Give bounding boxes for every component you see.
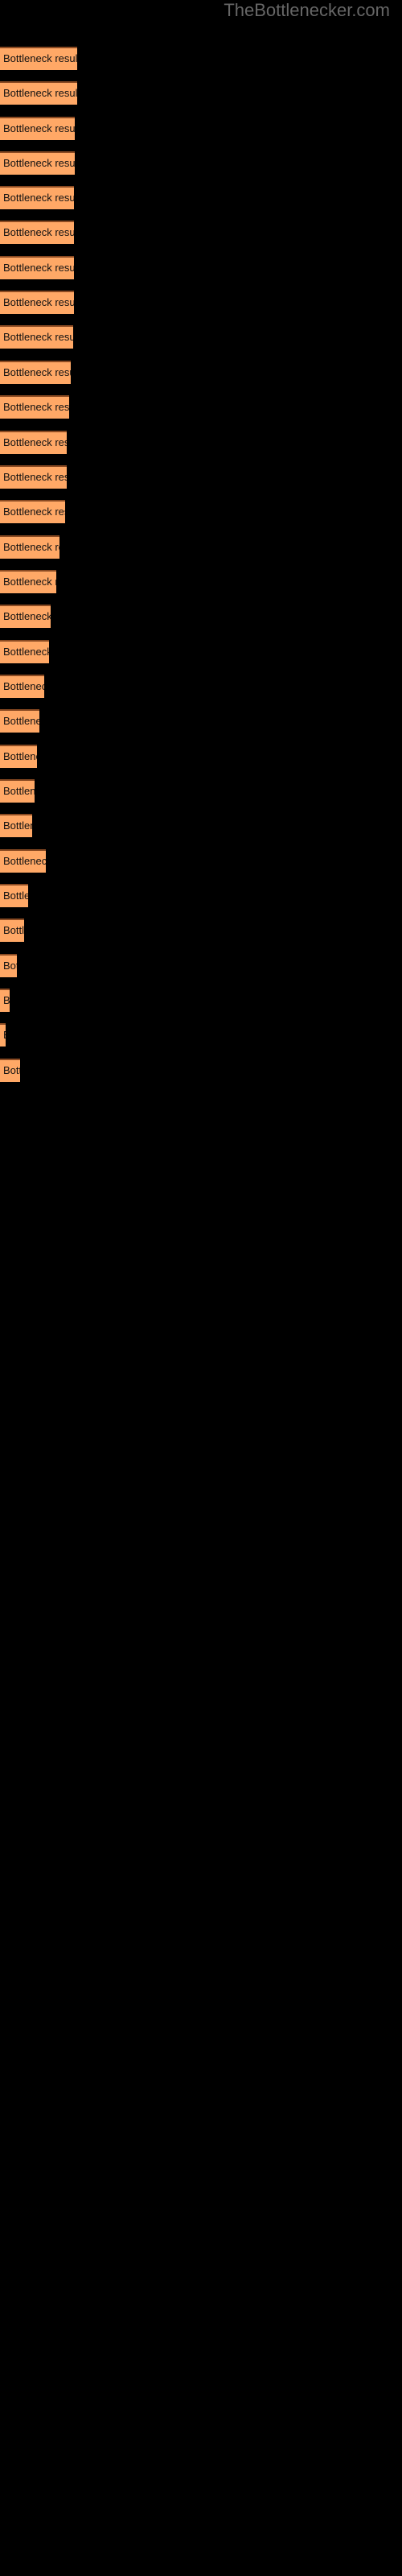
bar[interactable] xyxy=(0,605,51,628)
bar-clip: Bottleneck result xyxy=(0,291,75,314)
bar-row: Bottleneck result xyxy=(0,919,402,942)
bar-row: Bottleneck result xyxy=(0,570,402,593)
bar-row: Bottleneck result xyxy=(0,989,402,1012)
bar[interactable] xyxy=(0,361,72,384)
bar-row: Bottleneck result xyxy=(0,151,402,175)
bar-row: Bottleneck result xyxy=(0,117,402,140)
bar[interactable] xyxy=(0,675,44,698)
bar-clip: Bottleneck result xyxy=(0,849,46,873)
bar-clip: Bottleneck result xyxy=(0,81,78,105)
bar[interactable] xyxy=(0,395,70,419)
bar[interactable] xyxy=(0,779,35,803)
bar-clip: Bottleneck result xyxy=(0,989,10,1012)
bar-clip: Bottleneck result xyxy=(0,535,60,559)
bar-clip: Bottleneck result xyxy=(0,325,74,349)
bar[interactable] xyxy=(0,535,60,559)
bar-row: Bottleneck result xyxy=(0,431,402,454)
bar[interactable] xyxy=(0,47,78,70)
bar-clip: Bottleneck result xyxy=(0,117,76,140)
bar-row: Bottleneck result xyxy=(0,325,402,349)
bar[interactable] xyxy=(0,151,76,175)
bar-row: Bottleneck result xyxy=(0,640,402,663)
bar-row: Bottleneck result xyxy=(0,81,402,105)
bar[interactable] xyxy=(0,814,33,837)
bar-clip: Bottleneck result xyxy=(0,570,56,593)
bar-clip: Bottleneck result xyxy=(0,640,49,663)
bar-row: Bottleneck result xyxy=(0,291,402,314)
bar[interactable] xyxy=(0,325,74,349)
bar-row: Bottleneck result xyxy=(0,395,402,419)
bar-clip: Bottleneck result xyxy=(0,884,29,907)
bar-row: Bottleneck result xyxy=(0,1059,402,1082)
bar-clip: Bottleneck result xyxy=(0,814,33,837)
bar-clip: Bottleneck result xyxy=(0,675,44,698)
bar-clip: Bottleneck result xyxy=(0,221,75,244)
bar[interactable] xyxy=(0,81,78,105)
bar-clip: Bottleneck result xyxy=(0,431,68,454)
bar[interactable] xyxy=(0,500,66,523)
bar-row: Bottleneck result xyxy=(0,221,402,244)
bar[interactable] xyxy=(0,221,75,244)
bar[interactable] xyxy=(0,431,68,454)
bar-row: Bottleneck result xyxy=(0,361,402,384)
bar-row: Bottleneck result xyxy=(0,709,402,733)
bar[interactable] xyxy=(0,849,46,873)
bar-row: Bottleneck result xyxy=(0,186,402,209)
bar-chart: TheBottlenecker.com Bottleneck result Bot… xyxy=(0,0,402,2576)
bar-clip: Bottleneck result xyxy=(0,395,70,419)
bar-clip: Bottleneck result xyxy=(0,1059,21,1082)
bar-clip: Bottleneck result xyxy=(0,151,76,175)
bar-clip: Bottleneck result xyxy=(0,47,78,70)
bar-clip: Bottleneck result xyxy=(0,709,39,733)
bar[interactable] xyxy=(0,291,75,314)
bar-clip: Bottleneck result xyxy=(0,779,35,803)
bar[interactable] xyxy=(0,954,17,977)
bar-clip: Bottleneck result xyxy=(0,186,75,209)
bar-row: Bottleneck result xyxy=(0,605,402,628)
bar-row: Bottleneck result xyxy=(0,884,402,907)
bar-row: Bottleneck result xyxy=(0,535,402,559)
bar-row: Bottleneck result xyxy=(0,814,402,837)
bars-layer: Bottleneck result Bottleneck result Bottle… xyxy=(0,0,402,2576)
bar-clip: Bottleneck result xyxy=(0,465,68,489)
bar-row: Bottleneck result xyxy=(0,675,402,698)
bar[interactable] xyxy=(0,709,39,733)
bar-clip: Bottleneck result xyxy=(0,1023,6,1046)
bar[interactable] xyxy=(0,117,76,140)
bar-clip: Bottleneck result xyxy=(0,745,38,768)
bar[interactable] xyxy=(0,465,68,489)
bar[interactable] xyxy=(0,989,10,1012)
bar[interactable] xyxy=(0,1059,21,1082)
bar[interactable] xyxy=(0,186,75,209)
bar[interactable] xyxy=(0,1023,6,1046)
bar[interactable] xyxy=(0,919,25,942)
bar-clip: Bottleneck result xyxy=(0,954,17,977)
bar[interactable] xyxy=(0,570,56,593)
bar-row: Bottleneck result xyxy=(0,256,402,279)
bar-row: Bottleneck result xyxy=(0,500,402,523)
bar[interactable] xyxy=(0,884,29,907)
bar-clip: Bottleneck result xyxy=(0,361,72,384)
bar-clip: Bottleneck result xyxy=(0,919,25,942)
bar-row: Bottleneck result xyxy=(0,779,402,803)
bar-row: Bottleneck result xyxy=(0,745,402,768)
bar-row: Bottleneck result xyxy=(0,1023,402,1046)
bar-row: Bottleneck result xyxy=(0,954,402,977)
bar-clip: Bottleneck result xyxy=(0,605,51,628)
bar[interactable] xyxy=(0,256,75,279)
bar-clip: Bottleneck result xyxy=(0,500,66,523)
bar[interactable] xyxy=(0,640,49,663)
bar-row: Bottleneck result xyxy=(0,465,402,489)
bar[interactable] xyxy=(0,745,38,768)
bar-row: Bottleneck result xyxy=(0,849,402,873)
bar-clip: Bottleneck result xyxy=(0,256,75,279)
bar-row: Bottleneck result xyxy=(0,47,402,70)
